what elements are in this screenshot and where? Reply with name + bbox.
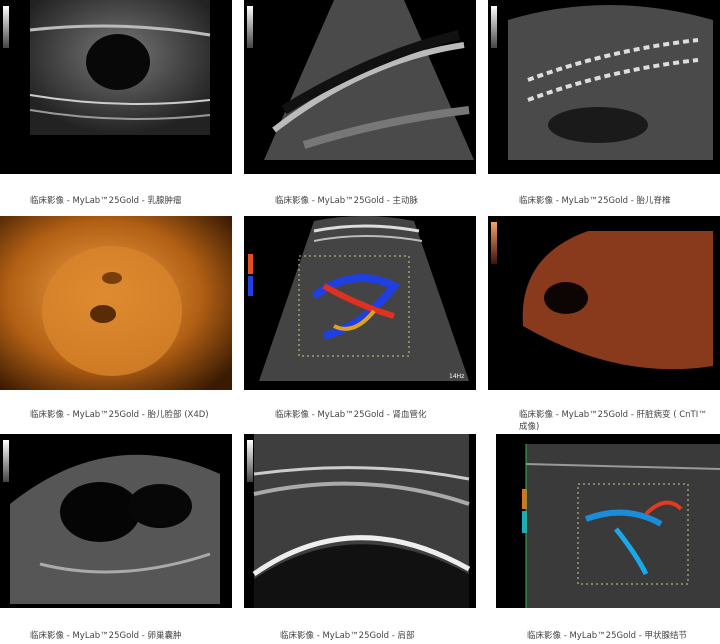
caption[interactable]: 临床影像 - MyLab™25Gold - 肾血管化 [275, 409, 480, 421]
grayscale-bar [3, 440, 9, 482]
caption[interactable]: 临床影像 - MyLab™25Gold - 胎儿脊椎 [519, 195, 720, 207]
ultrasound-ovarian-cyst [10, 454, 220, 604]
caption[interactable]: 临床影像 - MyLab™25Gold - 主动脉 [275, 195, 480, 207]
ultrasound-shoulder [252, 434, 471, 608]
grayscale-bar [3, 6, 9, 48]
ultrasound-aorta [264, 0, 474, 160]
caption[interactable]: 临床影像 - MyLab™25Gold - 乳腺肿瘤 [30, 195, 235, 207]
ultrasound-kidney-doppler: 14Hz [248, 216, 469, 381]
caption[interactable]: 临床影像 - MyLab™25Gold - 胎儿脸部 (X4D) [30, 409, 235, 421]
image-kidney-vascularization[interactable]: 14Hz [244, 216, 476, 390]
caption[interactable]: 临床影像 - MyLab™25Gold - 卵巢囊肿 [30, 630, 235, 642]
ultrasound-thyroid-doppler [522, 444, 720, 608]
image-fetal-spine[interactable] [488, 0, 720, 174]
grayscale-bar [247, 6, 253, 48]
ultrasound-fetal-spine [508, 5, 713, 160]
freq-readout: 14Hz [449, 373, 464, 380]
caption[interactable]: 临床影像 - MyLab™25Gold - 肩部 [280, 630, 485, 642]
image-aorta[interactable] [244, 0, 476, 174]
grayscale-bar [491, 6, 497, 48]
image-thyroid-nodule[interactable] [496, 434, 720, 608]
caption[interactable]: 临床影像 - MyLab™25Gold - 甲状腺结节 [527, 630, 720, 642]
ultrasound-liver-cnti [522, 231, 713, 370]
caption[interactable]: 临床影像 - MyLab™25Gold - 肝脏病变 ( CnTI™ 成像) [519, 409, 714, 433]
render-fetal-face-4d [0, 216, 232, 390]
color-scale-bar [491, 222, 497, 264]
image-fetal-face-4d[interactable] [0, 216, 232, 390]
image-shoulder[interactable] [244, 434, 476, 608]
grayscale-bar [247, 440, 253, 482]
image-breast-tumor[interactable] [0, 0, 232, 174]
image-liver-lesion[interactable] [488, 216, 720, 390]
ultrasound-breast-tumor [29, 0, 211, 135]
image-ovarian-cyst[interactable] [0, 434, 232, 608]
